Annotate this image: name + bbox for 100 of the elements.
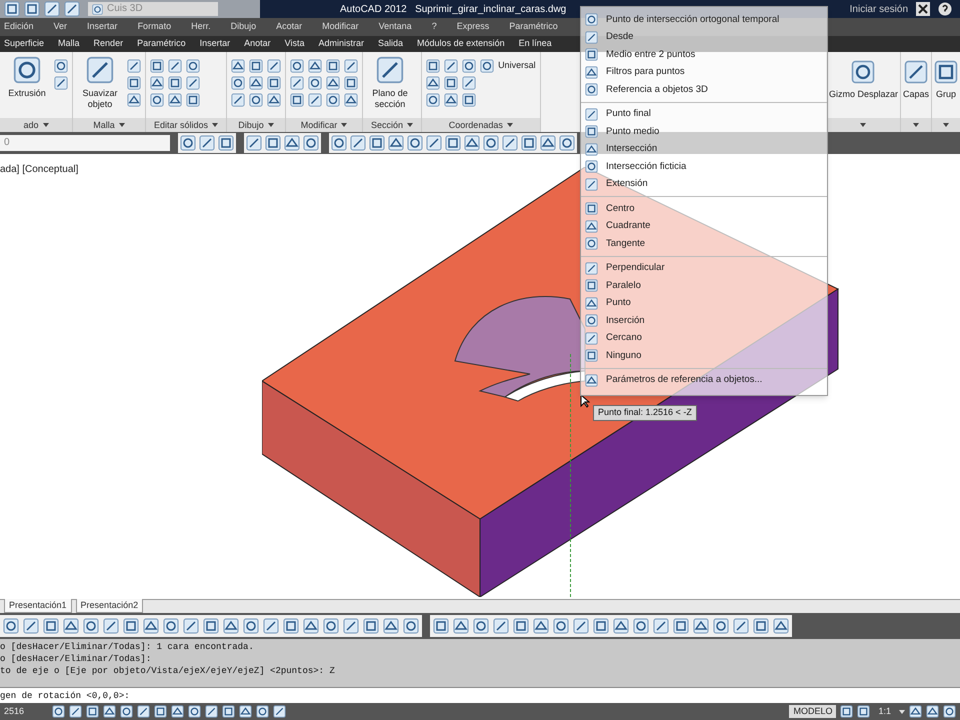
snap-icon[interactable]	[585, 296, 598, 310]
tool-icon[interactable]	[303, 618, 319, 634]
tool-icon[interactable]	[203, 618, 219, 634]
tool-icon[interactable]	[369, 135, 385, 151]
snap-icon[interactable]	[585, 142, 598, 156]
snap-icon[interactable]	[585, 13, 598, 26]
tool-icon[interactable]	[533, 618, 549, 634]
tool-icon[interactable]	[308, 93, 322, 107]
ribbon-tab[interactable]: En línea	[518, 37, 552, 51]
tool-icon[interactable]	[54, 76, 68, 90]
snap-icon[interactable]	[585, 160, 598, 174]
caret-icon[interactable]	[912, 123, 919, 127]
snap-icon[interactable]	[585, 349, 598, 362]
snap-icon[interactable]	[585, 262, 598, 275]
tool-icon[interactable]	[239, 705, 252, 718]
snap-icon[interactable]	[585, 237, 598, 250]
snap-menu-item[interactable]: Tangente	[581, 235, 827, 252]
tool-icon[interactable]	[186, 93, 200, 107]
tool-icon[interactable]	[163, 618, 179, 634]
tool-icon[interactable]	[23, 618, 39, 634]
tool-icon[interactable]	[773, 618, 789, 634]
tool-icon[interactable]	[473, 618, 489, 634]
tool-icon[interactable]	[388, 135, 404, 151]
ribbon-tool-icon[interactable]	[851, 60, 876, 84]
snap-icon[interactable]	[585, 30, 598, 44]
tool-icon[interactable]	[444, 59, 458, 73]
tool-icon[interactable]	[168, 59, 182, 73]
snap-menu-item[interactable]: Ninguno	[581, 347, 827, 364]
tool-icon[interactable]	[186, 76, 200, 90]
ribbon-tab[interactable]: Superficie	[4, 37, 44, 51]
caret-icon[interactable]	[407, 123, 414, 127]
ribbon-large-button[interactable]: Extrusión	[4, 56, 50, 99]
tool-icon[interactable]	[231, 76, 246, 90]
tool-icon[interactable]	[462, 59, 476, 73]
tool-icon[interactable]	[733, 618, 749, 634]
snap-icon[interactable]	[585, 332, 598, 345]
tool-icon[interactable]	[323, 618, 339, 634]
panel-title-bar[interactable]	[932, 118, 960, 132]
caret-icon[interactable]	[943, 123, 949, 127]
tool-icon[interactable]	[326, 93, 340, 107]
tool-icon[interactable]	[909, 705, 922, 718]
tool-icon[interactable]	[673, 618, 689, 634]
menu-item[interactable]: Express	[456, 20, 490, 34]
menu-item[interactable]: Insertar	[87, 20, 118, 34]
caret-icon[interactable]	[212, 123, 218, 127]
tool-icon[interactable]	[553, 618, 569, 634]
caret-icon[interactable]	[118, 123, 125, 127]
tool-icon[interactable]	[403, 618, 419, 634]
tool-icon[interactable]	[127, 93, 141, 107]
snap-menu-item[interactable]: Referencia a objetos 3D	[581, 81, 827, 98]
tool-icon[interactable]	[426, 93, 440, 107]
tool-icon[interactable]	[613, 618, 629, 634]
tool-icon[interactable]	[168, 93, 182, 107]
caret-icon[interactable]	[268, 123, 274, 127]
tool-icon[interactable]	[249, 59, 264, 73]
tool-icon[interactable]	[246, 135, 262, 151]
tool-icon[interactable]	[433, 618, 449, 634]
tool-icon[interactable]	[383, 618, 399, 634]
sign-in-link[interactable]: Iniciar sesión	[850, 2, 908, 16]
snap-icon[interactable]	[585, 125, 598, 138]
tool-icon[interactable]	[493, 618, 509, 634]
tool-icon[interactable]	[54, 59, 68, 73]
settings-icon[interactable]	[943, 705, 956, 718]
tool-icon[interactable]	[267, 76, 282, 90]
panel-title-bar[interactable]	[900, 118, 931, 132]
tool-icon[interactable]	[840, 705, 854, 718]
tool-icon[interactable]	[308, 59, 322, 73]
tool-icon[interactable]	[693, 618, 709, 634]
snap-menu-item[interactable]: Centro	[581, 200, 827, 218]
menu-item[interactable]: Acotar	[276, 20, 302, 34]
tool-icon[interactable]	[180, 135, 196, 151]
tool-icon[interactable]	[593, 618, 609, 634]
snap-icon[interactable]	[585, 220, 598, 233]
tool-icon[interactable]	[171, 705, 184, 718]
model-button[interactable]: MODELO	[789, 704, 836, 718]
tool-icon[interactable]	[150, 93, 164, 107]
snap-menu-item[interactable]: Parámetros de referencia a objetos...	[581, 372, 827, 389]
tool-icon[interactable]	[265, 135, 281, 151]
snap-icon[interactable]	[585, 108, 598, 121]
tool-icon[interactable]	[154, 705, 167, 718]
menu-item[interactable]: Formato	[138, 20, 172, 34]
tool-icon[interactable]	[453, 618, 469, 634]
menu-item[interactable]: Edición	[4, 20, 34, 34]
snap-icon[interactable]	[585, 374, 598, 387]
tool-icon[interactable]	[267, 59, 282, 73]
tool-icon[interactable]	[331, 135, 347, 151]
tool-icon[interactable]	[344, 59, 358, 73]
snap-menu-item[interactable]: Paralelo	[581, 277, 827, 294]
menu-item[interactable]: Herr.	[191, 20, 211, 34]
tool-icon[interactable]	[462, 76, 476, 90]
tool-icon[interactable]	[63, 618, 79, 634]
ribbon-large-button[interactable]: Plano de sección	[367, 56, 414, 110]
tool-icon[interactable]	[103, 705, 116, 718]
tool-icon[interactable]	[168, 76, 182, 90]
tool-icon[interactable]	[290, 76, 304, 90]
tool-icon[interactable]	[464, 135, 480, 151]
tool-icon[interactable]	[256, 705, 269, 718]
ribbon-tool-icon[interactable]	[376, 56, 404, 84]
tool-icon[interactable]	[86, 705, 99, 718]
ribbon-large-button[interactable]: Grup	[932, 52, 960, 118]
